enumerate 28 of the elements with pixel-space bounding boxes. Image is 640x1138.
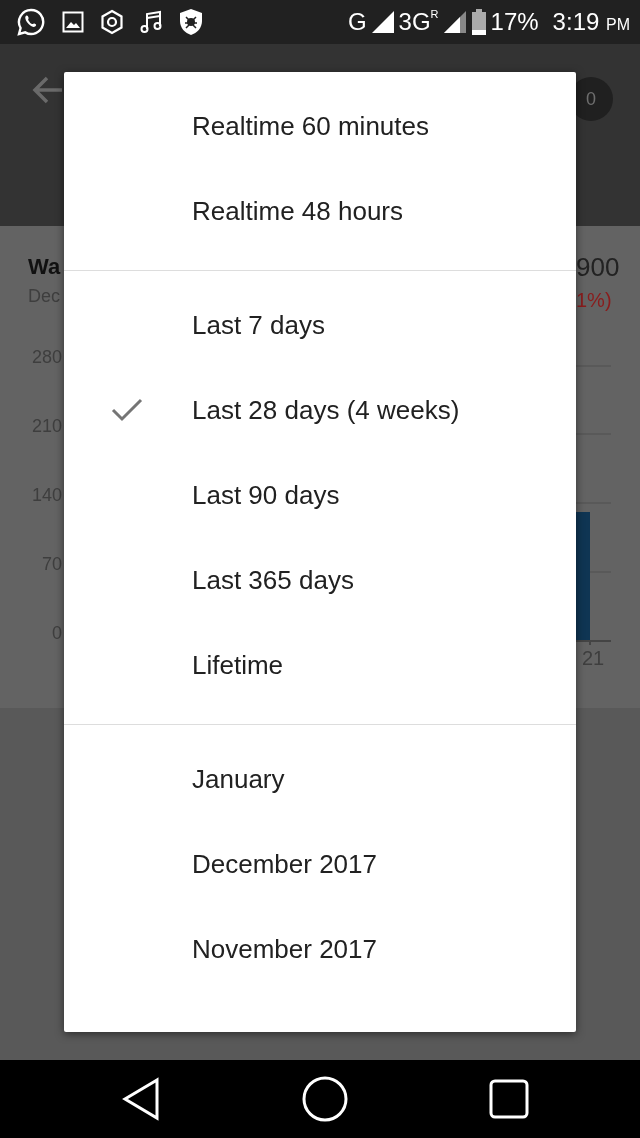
menu-item[interactable]: Lifetime <box>64 623 576 708</box>
menu-item[interactable]: January <box>64 737 576 822</box>
signal-icon <box>442 10 467 34</box>
card-value: 900 <box>576 252 620 283</box>
music-note-icon <box>140 10 162 34</box>
clock: 3:19 PM <box>552 8 630 36</box>
menu-item[interactable]: December 2017 <box>64 822 576 907</box>
back-arrow-icon[interactable] <box>32 76 64 104</box>
signal-icon <box>370 10 395 34</box>
card-title: Wa <box>28 254 61 280</box>
menu-item[interactable]: Last 90 days <box>64 453 576 538</box>
battery-percentage: 17% <box>490 8 539 36</box>
shield-icon <box>178 8 204 36</box>
image-icon <box>62 11 84 33</box>
menu-item[interactable]: Last 365 days <box>64 538 576 623</box>
menu-item[interactable]: Last 28 days (4 weeks) <box>64 368 576 453</box>
network-type: G <box>347 8 367 36</box>
home-icon[interactable] <box>302 1076 348 1122</box>
menu-item[interactable]: Last 7 days <box>64 283 576 368</box>
recent-apps-icon[interactable] <box>489 1079 530 1119</box>
change-percentage: 1%) <box>576 289 612 312</box>
battery-icon <box>470 9 487 35</box>
back-icon[interactable] <box>120 1077 161 1121</box>
hexagon-icon <box>100 9 124 35</box>
network-type: 3G$^{R}$ <box>398 8 439 36</box>
menu-item[interactable]: Realtime 48 hours <box>64 169 576 254</box>
chat-icon <box>16 7 46 37</box>
menu-item[interactable]: November 2017 <box>64 907 576 992</box>
